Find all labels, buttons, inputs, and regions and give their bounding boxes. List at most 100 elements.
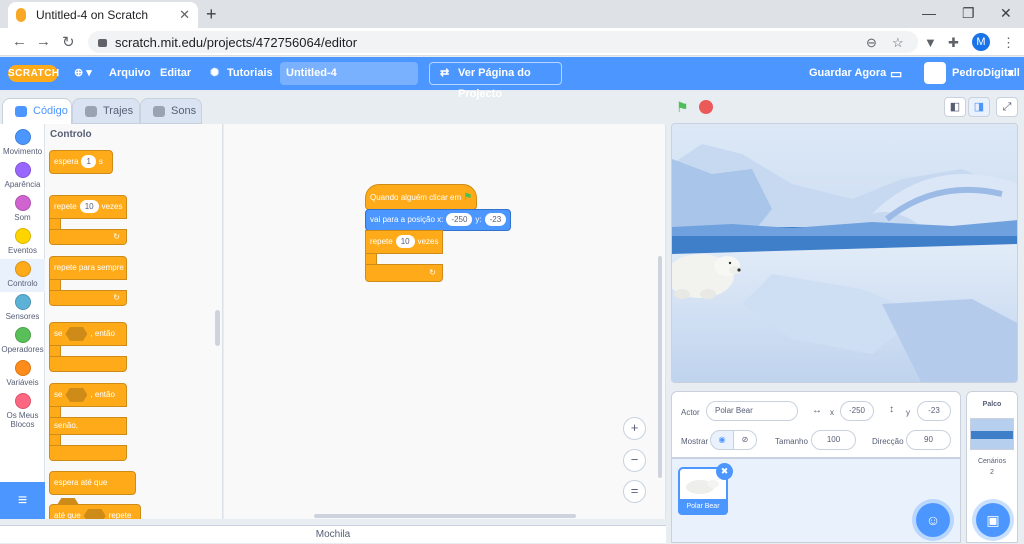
repeat-until-block[interactable]: até que repete [49,504,141,519]
menu-kebab-icon[interactable]: ⋮ [1002,35,1015,51]
go-to-xy-block[interactable]: vai para a posição x: -250 y: -23 [365,209,511,231]
user-avatar[interactable] [924,62,946,84]
boolean-slot[interactable] [65,326,88,341]
globe-icon[interactable]: ⊕ ▾ [74,57,92,90]
forever-block[interactable]: repete para sempre [49,256,127,280]
tab-costumes[interactable]: Trajes [72,98,140,124]
direction-input[interactable]: 90 [906,430,951,450]
x-position-input[interactable]: -250 [840,401,874,421]
if-else-block[interactable]: se , então [49,383,127,407]
block-input[interactable]: 1 [81,155,96,168]
normal-stage-button[interactable]: ◨ [968,97,990,117]
zoom-icon[interactable]: ⊖ [866,35,877,51]
category-label: Som [14,213,31,222]
backpack-bar[interactable]: Mochila [0,525,666,543]
tab-sounds-label: Sons [171,105,197,117]
my-stuff-folder-icon[interactable]: ▭ [890,57,902,90]
zoom-reset-button[interactable]: = [623,480,646,503]
backdrop-water [971,431,1013,439]
stage-canvas[interactable] [671,123,1018,383]
category-operators[interactable]: Operadores [0,327,45,354]
repeat-block[interactable]: repete 10 vezes [49,195,127,219]
category-label: Aparência [4,180,41,189]
wait-until-block[interactable]: espera até que [49,471,136,512]
green-flag-button[interactable]: ⚑ [676,99,689,116]
code-icon [15,106,27,117]
file-menu[interactable]: Arquivo [109,57,151,90]
reload-icon[interactable]: ↻ [62,33,75,51]
wait-block[interactable]: espera 1 s [49,150,113,174]
puzzle-icon[interactable]: ✚ [948,35,959,51]
restore-icon[interactable]: ❐ [962,5,975,22]
see-project-page-button[interactable]: ⇄ Ver Página do Projecto [429,62,562,100]
category-events[interactable]: Eventos [0,228,45,255]
tab-code[interactable]: Código [2,98,72,124]
boolean-slot[interactable] [83,508,106,519]
scratch-logo[interactable]: SCRATCH [8,65,59,82]
browser-tab-bar: Untitled-4 on Scratch ✕ + — ❐ ✕ [0,0,1024,28]
tutorials-menu[interactable]: Tutoriais [227,57,273,90]
save-now-button[interactable]: Guardar Agora [809,57,886,90]
block-arm [49,356,127,372]
zoom-out-button[interactable]: − [623,449,646,472]
block-input[interactable]: 10 [79,200,99,213]
block-input[interactable]: 10 [395,235,415,248]
category-variables[interactable]: Variáveis [0,360,45,387]
category-looks[interactable]: Aparência [0,162,45,189]
category-my-blocks[interactable]: Os Meus Blocos [0,393,45,429]
profile-avatar[interactable]: M [972,33,990,51]
x-input[interactable]: -250 [446,213,473,226]
url-input[interactable]: scratch.mit.edu/projects/472756064/edito… [88,31,918,53]
bookmark-star-icon[interactable]: ☆ [892,35,904,51]
back-icon[interactable]: ← [12,33,27,50]
trash-icon[interactable]: ✖ [716,463,733,480]
small-stage-button[interactable]: ◧ [944,97,966,117]
sprite-label: Actor [681,408,700,417]
close-tab-icon[interactable]: ✕ [179,7,190,23]
loop-arrow-icon: ↻ [365,264,443,282]
block-text: espera até que [54,478,108,487]
show-visible-button[interactable]: ◉ [710,430,734,450]
motion-dot-icon [14,129,31,145]
close-window-icon[interactable]: ✕ [1000,5,1012,22]
chevron-down-icon[interactable]: ▾ [1008,57,1014,90]
forward-icon[interactable]: → [36,33,51,50]
category-label: Eventos [8,246,37,255]
horizontal-scrollbar[interactable] [314,514,576,518]
edit-menu[interactable]: Editar [160,57,191,90]
if-then-block[interactable]: se , então [49,322,127,346]
hide-sprite-button[interactable]: ⊘ [733,430,757,450]
project-title-input[interactable]: Untitled-4 [280,62,418,85]
zoom-in-button[interactable]: + [623,417,646,440]
size-input[interactable]: 100 [811,430,856,450]
script-area[interactable]: Quando alguém clicar em ⚑ vai para a pos… [224,124,666,519]
choose-backdrop-button[interactable]: ▣ [976,503,1010,537]
add-extension-button[interactable]: ≡ [0,482,45,519]
fullscreen-button[interactable]: ⤢ [996,97,1018,117]
minimize-icon[interactable]: — [922,5,936,21]
extension-icon[interactable]: ▼ [924,35,937,50]
browser-tab[interactable]: Untitled-4 on Scratch ✕ [8,2,198,28]
category-motion[interactable]: Movimento [0,129,45,156]
x-arrows-icon: ↔ [812,405,822,416]
else-label: senão, [49,417,127,435]
vertical-scrollbar[interactable] [658,256,662,478]
palette-scrollbar[interactable] [215,310,220,346]
sprite-name-input[interactable]: Polar Bear [706,401,798,421]
category-sound[interactable]: Som [0,195,45,222]
repeat-block[interactable]: repete 10 vezes [365,230,443,254]
boolean-slot[interactable] [65,387,88,402]
sprite-info-panel: Actor Polar Bear ↔ x -250 ↕ y -23 Mostra… [671,391,961,458]
y-input[interactable]: -23 [484,213,507,226]
category-control[interactable]: Controlo [0,259,45,292]
block-text: s [98,157,103,166]
when-flag-clicked-block[interactable]: Quando alguém clicar em ⚑ [365,184,477,210]
y-arrows-icon: ↕ [889,404,894,415]
new-tab-icon[interactable]: + [206,4,217,25]
category-sensing[interactable]: Sensores [0,294,45,321]
stop-button[interactable] [699,100,713,114]
sensing-dot-icon [14,294,31,310]
tab-sounds[interactable]: Sons [140,98,202,124]
y-position-input[interactable]: -23 [917,401,951,421]
choose-sprite-button[interactable]: ☺ [916,503,950,537]
